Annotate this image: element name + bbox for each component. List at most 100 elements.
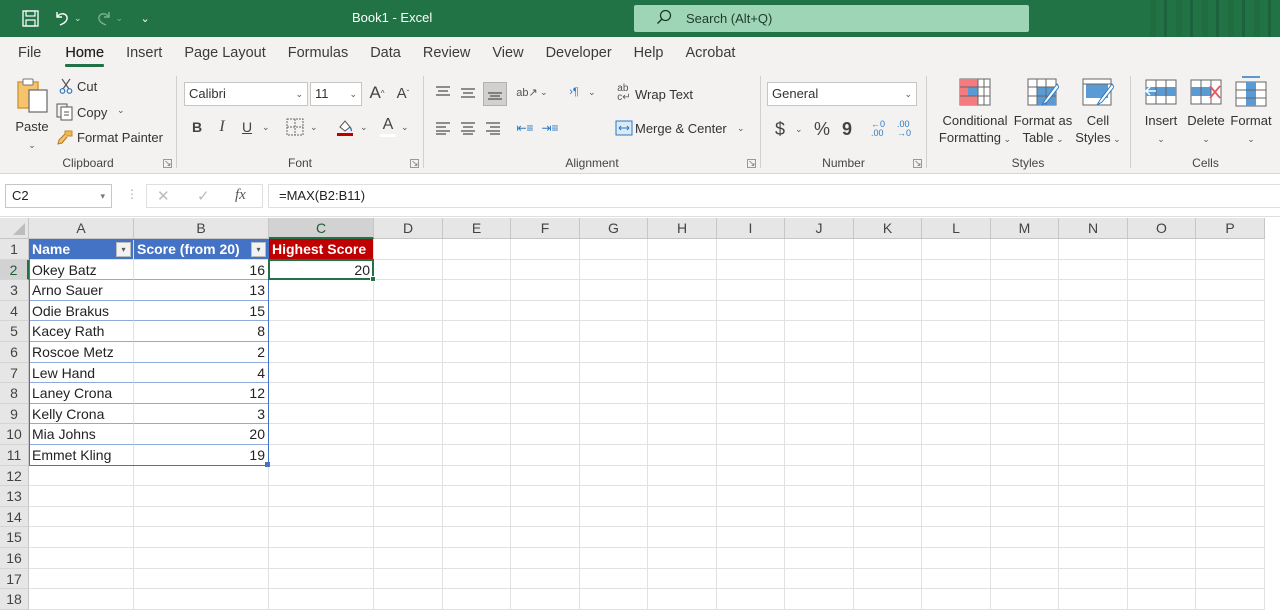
cell-c16[interactable]	[269, 548, 374, 569]
cell-e11[interactable]	[443, 445, 511, 466]
cell-g2[interactable]	[580, 259, 648, 281]
underline-button[interactable]: U	[238, 117, 256, 137]
cell-n16[interactable]	[1059, 548, 1128, 569]
underline-dropdown-icon[interactable]: ⌄	[262, 122, 270, 133]
cell-h2[interactable]	[648, 259, 717, 281]
format-as-table-button[interactable]: Format as Table ⌄	[1013, 78, 1073, 148]
cell-g12[interactable]	[580, 465, 648, 487]
italic-button[interactable]: I	[213, 117, 231, 137]
format-cells-button[interactable]: Format ⌄	[1229, 74, 1273, 148]
cell-p17[interactable]	[1196, 568, 1265, 590]
cell-b18[interactable]	[134, 589, 269, 610]
decrease-decimal-icon[interactable]: .00 →0	[894, 118, 914, 140]
cell-p4[interactable]	[1196, 300, 1265, 322]
cell-a16[interactable]	[29, 548, 134, 569]
cell-o10[interactable]	[1128, 424, 1196, 445]
align-left-icon[interactable]	[433, 118, 453, 138]
cell-d16[interactable]	[374, 548, 443, 569]
cell-b15[interactable]	[134, 527, 269, 548]
cell-k6[interactable]	[854, 342, 922, 363]
cell-k2[interactable]	[854, 259, 922, 281]
formula-bar-grip-icon[interactable]: ⋮	[126, 187, 138, 201]
cell-j10[interactable]	[785, 424, 854, 445]
decrease-font-size-button[interactable]: Aˇ	[392, 82, 414, 104]
comma-style-button[interactable]: 9	[840, 118, 854, 140]
cell-h3[interactable]	[648, 280, 717, 301]
cell-a6[interactable]: Roscoe Metz	[29, 342, 134, 363]
cell-e15[interactable]	[443, 527, 511, 548]
cell-i1[interactable]	[717, 239, 785, 260]
cell-g17[interactable]	[580, 568, 648, 590]
cell-m16[interactable]	[991, 548, 1059, 569]
cell-o6[interactable]	[1128, 342, 1196, 363]
cell-j4[interactable]	[785, 300, 854, 322]
cell-h1[interactable]	[648, 239, 717, 260]
column-header-c[interactable]: C	[269, 218, 374, 239]
align-center-icon[interactable]	[458, 118, 478, 138]
column-header-g[interactable]: G	[580, 218, 648, 239]
cell-styles-button[interactable]: Cell Styles ⌄	[1073, 78, 1123, 148]
cell-o5[interactable]	[1128, 321, 1196, 342]
cell-k16[interactable]	[854, 548, 922, 569]
paste-dropdown-icon[interactable]: ⌄	[28, 140, 36, 150]
cell-m5[interactable]	[991, 321, 1059, 342]
delete-cells-button[interactable]: Delete ⌄	[1185, 78, 1227, 148]
cell-e5[interactable]	[443, 321, 511, 342]
format-painter-button[interactable]: Format Painter	[77, 130, 163, 145]
enter-icon[interactable]: ✓	[197, 187, 210, 205]
cell-l1[interactable]	[922, 239, 991, 260]
cell-f1[interactable]	[511, 239, 580, 260]
cell-j16[interactable]	[785, 548, 854, 569]
cell-b6[interactable]: 2	[134, 342, 269, 363]
cell-m2[interactable]	[991, 259, 1059, 281]
tab-data[interactable]: Data	[370, 37, 401, 70]
cell-l12[interactable]	[922, 465, 991, 487]
tab-acrobat[interactable]: Acrobat	[685, 37, 735, 70]
copy-button[interactable]: Copy	[77, 105, 107, 120]
cell-e18[interactable]	[443, 589, 511, 610]
cell-l6[interactable]	[922, 342, 991, 363]
cell-i4[interactable]	[717, 300, 785, 322]
cell-c1[interactable]: Highest Score	[269, 239, 374, 260]
merge-center-button[interactable]: Merge & Center	[635, 121, 727, 136]
clipboard-dialog-launcher[interactable]: ↘	[163, 159, 172, 168]
cell-e8[interactable]	[443, 383, 511, 404]
cell-i16[interactable]	[717, 548, 785, 569]
column-header-d[interactable]: D	[374, 218, 443, 239]
tab-home[interactable]: Home	[65, 37, 104, 70]
cell-i10[interactable]	[717, 424, 785, 445]
cell-k3[interactable]	[854, 280, 922, 301]
conditional-formatting-button[interactable]: Conditional Formatting ⌄	[934, 78, 1016, 148]
redo-dropdown-icon[interactable]: ⌄	[116, 13, 124, 24]
cell-e10[interactable]	[443, 424, 511, 445]
cell-a12[interactable]	[29, 465, 134, 487]
cell-o3[interactable]	[1128, 280, 1196, 301]
cell-a18[interactable]	[29, 589, 134, 610]
filter-dropdown-icon[interactable]: ▾	[116, 242, 131, 257]
cell-l4[interactable]	[922, 300, 991, 322]
row-header-1[interactable]: 1	[0, 239, 29, 260]
cell-p18[interactable]	[1196, 589, 1265, 610]
cell-f15[interactable]	[511, 527, 580, 548]
cell-g5[interactable]	[580, 321, 648, 342]
tab-insert[interactable]: Insert	[126, 37, 162, 70]
cell-j17[interactable]	[785, 568, 854, 590]
cell-p5[interactable]	[1196, 321, 1265, 342]
cell-n3[interactable]	[1059, 280, 1128, 301]
cell-k14[interactable]	[854, 506, 922, 528]
cell-n8[interactable]	[1059, 383, 1128, 404]
column-header-o[interactable]: O	[1128, 218, 1196, 239]
cell-k11[interactable]	[854, 445, 922, 466]
cell-h4[interactable]	[648, 300, 717, 322]
cell-g16[interactable]	[580, 548, 648, 569]
fill-color-dropdown-icon[interactable]: ⌄	[360, 122, 368, 133]
cell-c12[interactable]	[269, 465, 374, 487]
font-size-select[interactable]: 11 ⌄	[310, 82, 362, 106]
filter-dropdown-icon[interactable]: ▾	[251, 242, 266, 257]
cell-c2[interactable]: 20	[269, 259, 374, 281]
cell-m11[interactable]	[991, 445, 1059, 466]
cell-j6[interactable]	[785, 342, 854, 363]
cell-o12[interactable]	[1128, 465, 1196, 487]
cell-m4[interactable]	[991, 300, 1059, 322]
cell-o13[interactable]	[1128, 486, 1196, 507]
